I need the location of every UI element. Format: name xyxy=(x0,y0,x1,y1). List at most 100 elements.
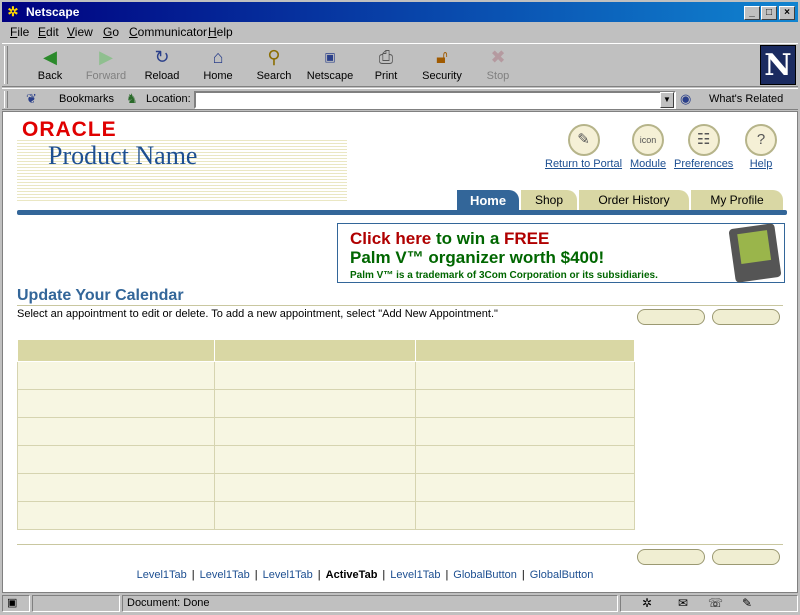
location-dropdown[interactable]: ▼ xyxy=(660,92,674,108)
status-text: Document: Done xyxy=(122,595,618,612)
footer-link-globalbutton[interactable]: GlobalButton xyxy=(453,569,517,581)
table-row[interactable] xyxy=(17,361,635,390)
navigator-icon[interactable]: ✲ xyxy=(642,596,652,611)
security-button[interactable]: 🔓︎ Security xyxy=(414,46,470,82)
banner-click-here[interactable]: Click here xyxy=(350,229,431,248)
footer-action-button-1[interactable] xyxy=(637,549,705,565)
footer-link-level1tab[interactable]: Level1Tab xyxy=(263,569,313,581)
table-header-cell xyxy=(17,339,215,362)
palm-device-image xyxy=(728,223,782,283)
page-action-button-1[interactable] xyxy=(637,309,705,325)
footer-link-activetab[interactable]: ActiveTab xyxy=(326,569,378,581)
banner-free: FREE xyxy=(504,229,550,248)
reload-label: Reload xyxy=(144,70,180,82)
menu-view[interactable]: View xyxy=(67,25,93,39)
table-row[interactable] xyxy=(17,445,635,474)
toolbar-grip[interactable] xyxy=(4,46,8,84)
menu-file[interactable]: File xyxy=(10,25,29,39)
return-to-portal-button[interactable]: ✎ Return to Portal xyxy=(545,124,622,170)
forward-label: Forward xyxy=(85,70,127,82)
close-button[interactable]: × xyxy=(779,6,795,20)
security-label: Security xyxy=(422,70,462,82)
preferences-label: Preferences xyxy=(674,158,734,170)
menu-go[interactable]: Go xyxy=(103,25,119,39)
navigation-toolbar: ◀ Back ▶ Forward ↻ Reload ⌂ Home ⚲ Searc… xyxy=(2,43,798,87)
newsgroups-icon[interactable]: ☏ xyxy=(708,596,723,611)
banner-to-win: to win a xyxy=(436,229,500,248)
table-cell xyxy=(17,417,215,446)
home-button[interactable]: ⌂ Home xyxy=(190,46,246,82)
print-button[interactable]: ⎙ Print xyxy=(358,46,414,82)
whats-related-button[interactable]: What's Related xyxy=(709,93,783,105)
stop-button[interactable]: ✖ Stop xyxy=(470,46,526,82)
table-row[interactable] xyxy=(17,473,635,502)
mail-icon[interactable]: ✉ xyxy=(678,596,688,611)
banner-line-3: Palm V™ is a trademark of 3Com Corporati… xyxy=(350,270,658,281)
back-arrow-icon: ◀ xyxy=(43,47,57,67)
menu-edit[interactable]: Edit xyxy=(38,25,59,39)
table-row[interactable] xyxy=(17,501,635,530)
banner-line-2: Palm V™ organizer worth $400! xyxy=(350,248,605,267)
location-label: Location: xyxy=(146,93,191,105)
location-toolbar: ❦ Bookmarks ♞ Location: ▼ ◉ What's Relat… xyxy=(2,88,798,110)
table-row[interactable] xyxy=(17,417,635,446)
table-cell xyxy=(17,361,215,390)
table-row[interactable] xyxy=(17,389,635,418)
help-label: Help xyxy=(749,158,773,170)
banner-line-1: Click here to win a FREE xyxy=(350,229,549,249)
table-cell xyxy=(17,473,215,502)
back-button[interactable]: ◀ Back xyxy=(22,46,78,82)
maximize-button[interactable]: □ xyxy=(761,6,777,20)
browser-window: ✲ Netscape _ □ × File Edit View Go Commu… xyxy=(0,0,800,615)
footer-link-level1tab[interactable]: Level1Tab xyxy=(137,569,187,581)
tab-underline xyxy=(17,210,787,215)
netscape-icon: ▣ xyxy=(324,50,336,64)
security-status-icon[interactable]: ▣ xyxy=(2,595,30,612)
title-divider xyxy=(17,305,783,306)
netscape-app-icon: ✲ xyxy=(7,4,19,19)
table-cell xyxy=(415,445,635,474)
product-name: Product Name xyxy=(48,141,198,170)
promo-banner[interactable]: Click here to win a FREE Palm V™ organiz… xyxy=(337,223,785,283)
bookmarks-button[interactable]: Bookmarks xyxy=(59,93,114,105)
lock-icon: 🔓︎ xyxy=(436,47,448,67)
netscape-button[interactable]: ▣ Netscape xyxy=(302,46,358,82)
netscape-logo[interactable]: N xyxy=(760,45,796,85)
tab-home[interactable]: Home xyxy=(457,190,519,211)
preferences-icon: ☷ xyxy=(687,124,720,156)
menu-help[interactable]: Help xyxy=(208,25,233,39)
search-button[interactable]: ⚲ Search xyxy=(246,46,302,82)
page-action-button-2[interactable] xyxy=(712,309,780,325)
footer-separator: | xyxy=(191,569,195,581)
footer-link-globalbutton[interactable]: GlobalButton xyxy=(530,569,594,581)
location-grip[interactable] xyxy=(4,91,8,108)
footer-link-level1tab[interactable]: Level1Tab xyxy=(200,569,250,581)
composer-icon[interactable]: ✎ xyxy=(742,596,752,611)
search-label: Search xyxy=(256,70,292,82)
table-cell xyxy=(213,473,417,502)
menu-communicator[interactable]: Communicator xyxy=(129,25,207,39)
module-button[interactable]: icon Module xyxy=(630,124,666,170)
table-cell xyxy=(213,417,417,446)
forward-button[interactable]: ▶ Forward xyxy=(78,46,134,82)
table-cell xyxy=(213,361,417,390)
minimize-button[interactable]: _ xyxy=(744,6,760,20)
search-icon: ⚲ xyxy=(267,47,281,67)
table-cell xyxy=(213,445,417,474)
footer-divider xyxy=(17,544,783,545)
print-icon: ⎙ xyxy=(378,47,394,67)
help-button[interactable]: ? Help xyxy=(745,124,777,170)
preferences-button[interactable]: ☷ Preferences xyxy=(674,124,733,170)
footer-action-button-2[interactable] xyxy=(712,549,780,565)
tab-order-history[interactable]: Order History xyxy=(579,190,689,211)
footer-link-level1tab[interactable]: Level1Tab xyxy=(390,569,440,581)
tab-my-profile[interactable]: My Profile xyxy=(691,190,783,211)
tab-shop[interactable]: Shop xyxy=(521,190,577,211)
footer-separator: | xyxy=(254,569,258,581)
progress-bar xyxy=(32,595,120,612)
home-icon: ⌂ xyxy=(212,47,224,67)
footer-separator: | xyxy=(317,569,321,581)
location-input[interactable] xyxy=(194,91,676,109)
reload-button[interactable]: ↻ Reload xyxy=(134,46,190,82)
table-cell xyxy=(415,417,635,446)
